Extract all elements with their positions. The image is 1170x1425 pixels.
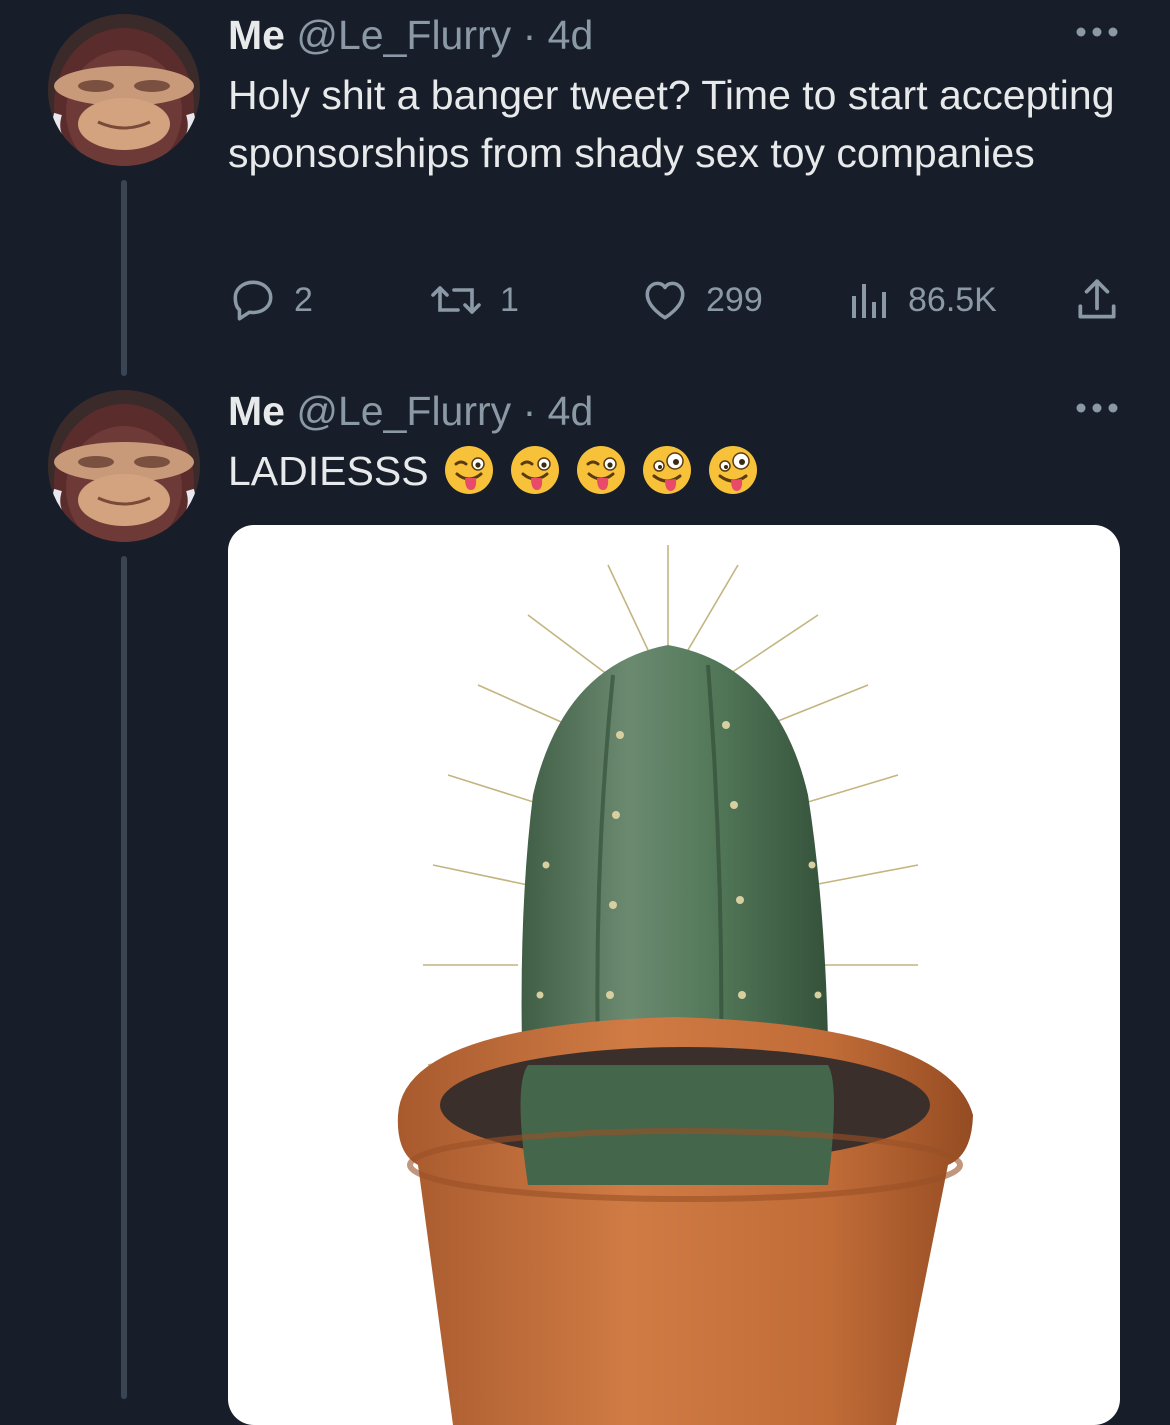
like-count: 299 bbox=[706, 280, 763, 319]
crazy-eyes-face-emoji bbox=[642, 446, 691, 495]
share-button[interactable] bbox=[1072, 272, 1122, 328]
share-icon bbox=[1078, 279, 1116, 319]
user-handle[interactable]: @Le_Flurry bbox=[296, 388, 511, 434]
crazy-eyes-face-emoji bbox=[708, 446, 757, 495]
avatar[interactable] bbox=[48, 390, 200, 542]
tweet-text: Holy shit a banger tweet? Time to start … bbox=[228, 72, 1115, 176]
retweet-button[interactable]: 1 bbox=[428, 272, 519, 328]
reply-button[interactable]: 2 bbox=[228, 272, 313, 328]
zany-tongue-face-emoji bbox=[576, 446, 625, 495]
avatar-image bbox=[48, 390, 200, 542]
tweet-text-content: LADIESSS bbox=[228, 448, 429, 494]
avatar-image bbox=[48, 14, 200, 166]
views-bar-icon bbox=[852, 284, 886, 318]
separator-dot: · bbox=[522, 12, 537, 58]
display-name[interactable]: Me bbox=[228, 388, 285, 434]
retweet-count: 1 bbox=[500, 280, 519, 319]
zany-tongue-face-emoji bbox=[444, 446, 493, 495]
tweet-text: LADIESSS bbox=[228, 442, 1120, 500]
views-count: 86.5K bbox=[908, 280, 997, 319]
timestamp[interactable]: 4d bbox=[548, 12, 594, 58]
more-dots-icon[interactable] bbox=[1074, 22, 1120, 42]
tweet-actions: 2 1 299 86.5K bbox=[228, 272, 1120, 328]
tweet-header: Me @Le_Flurry · 4d bbox=[228, 388, 1120, 434]
more-dots-icon[interactable] bbox=[1074, 398, 1120, 418]
timestamp[interactable]: 4d bbox=[548, 388, 594, 434]
zany-tongue-face-emoji bbox=[510, 446, 559, 495]
heart-icon bbox=[645, 281, 685, 320]
tweet[interactable]: Me @Le_Flurry · 4d Holy shit a banger tw… bbox=[0, 0, 1170, 380]
like-button[interactable]: 299 bbox=[640, 272, 763, 328]
tweet-media-image[interactable] bbox=[228, 525, 1120, 1425]
user-handle[interactable]: @Le_Flurry bbox=[296, 12, 511, 58]
cactus-photo bbox=[397, 545, 973, 1425]
reply-icon bbox=[233, 280, 273, 321]
retweet-icon bbox=[431, 286, 481, 314]
emoji-row bbox=[443, 444, 759, 496]
separator-dot: · bbox=[522, 388, 537, 434]
reply-count: 2 bbox=[294, 280, 313, 319]
tweet-header: Me @Le_Flurry · 4d bbox=[228, 12, 1120, 58]
display-name[interactable]: Me bbox=[228, 12, 285, 58]
avatar[interactable] bbox=[48, 14, 200, 166]
views-button[interactable]: 86.5K bbox=[848, 272, 997, 328]
